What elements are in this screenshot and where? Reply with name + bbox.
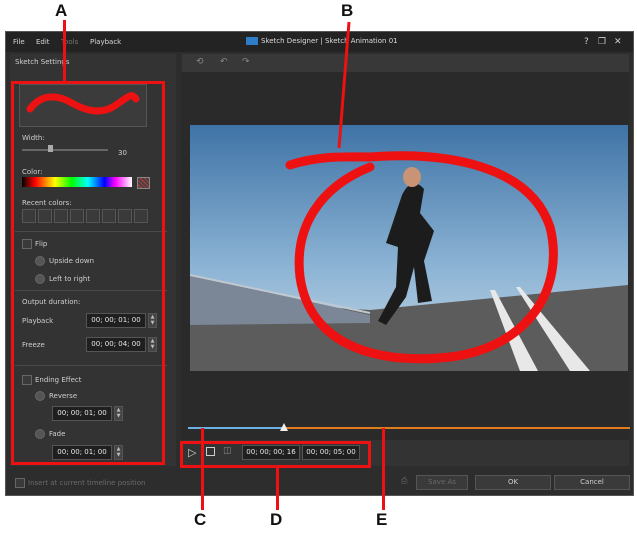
insert-timeline-checkbox[interactable] [15,478,25,488]
callout-d-line [276,468,279,510]
menu-edit[interactable]: Edit [36,38,50,46]
callout-a-highlight [11,81,165,465]
timeline-playhead[interactable] [280,423,288,431]
timeline-slider[interactable] [188,427,630,429]
callout-a-label: A [55,1,68,20]
canvas-photo [190,125,628,371]
close-button[interactable]: ✕ [614,37,622,47]
window-title-text: Sketch Designer | Sketch Animation 01 [261,37,398,45]
reset-icon[interactable]: ⟲ [196,57,204,67]
undo-icon[interactable]: ↶ [220,57,228,67]
restore-button[interactable]: ❐ [598,37,606,47]
redo-icon[interactable]: ↷ [242,57,250,67]
callout-b-label: B [341,1,354,20]
insert-timeline-label: Insert at current timeline position [28,479,146,487]
callout-c-line [201,428,204,510]
callout-d-label: D [270,510,283,529]
save-as-button[interactable]: Save As [416,475,468,490]
app-logo-icon [246,37,258,45]
save-icon[interactable]: ⎙ [401,476,407,486]
callout-a-line [63,20,66,82]
sketch-canvas[interactable] [190,125,628,371]
callout-d-highlight [180,441,371,468]
callout-b-line [336,20,352,150]
sketch-settings-title: Sketch Settings [15,58,70,66]
cancel-button[interactable]: Cancel [554,475,630,490]
callout-e-label: E [376,510,388,529]
menu-file[interactable]: File [13,38,25,46]
callout-e-line [382,428,385,510]
window-title: Sketch Designer | Sketch Animation 01 [246,37,398,45]
help-button[interactable]: ? [584,37,589,47]
ok-button[interactable]: OK [475,475,551,490]
menu-playback[interactable]: Playback [90,38,121,46]
callout-c-label: C [194,510,207,529]
